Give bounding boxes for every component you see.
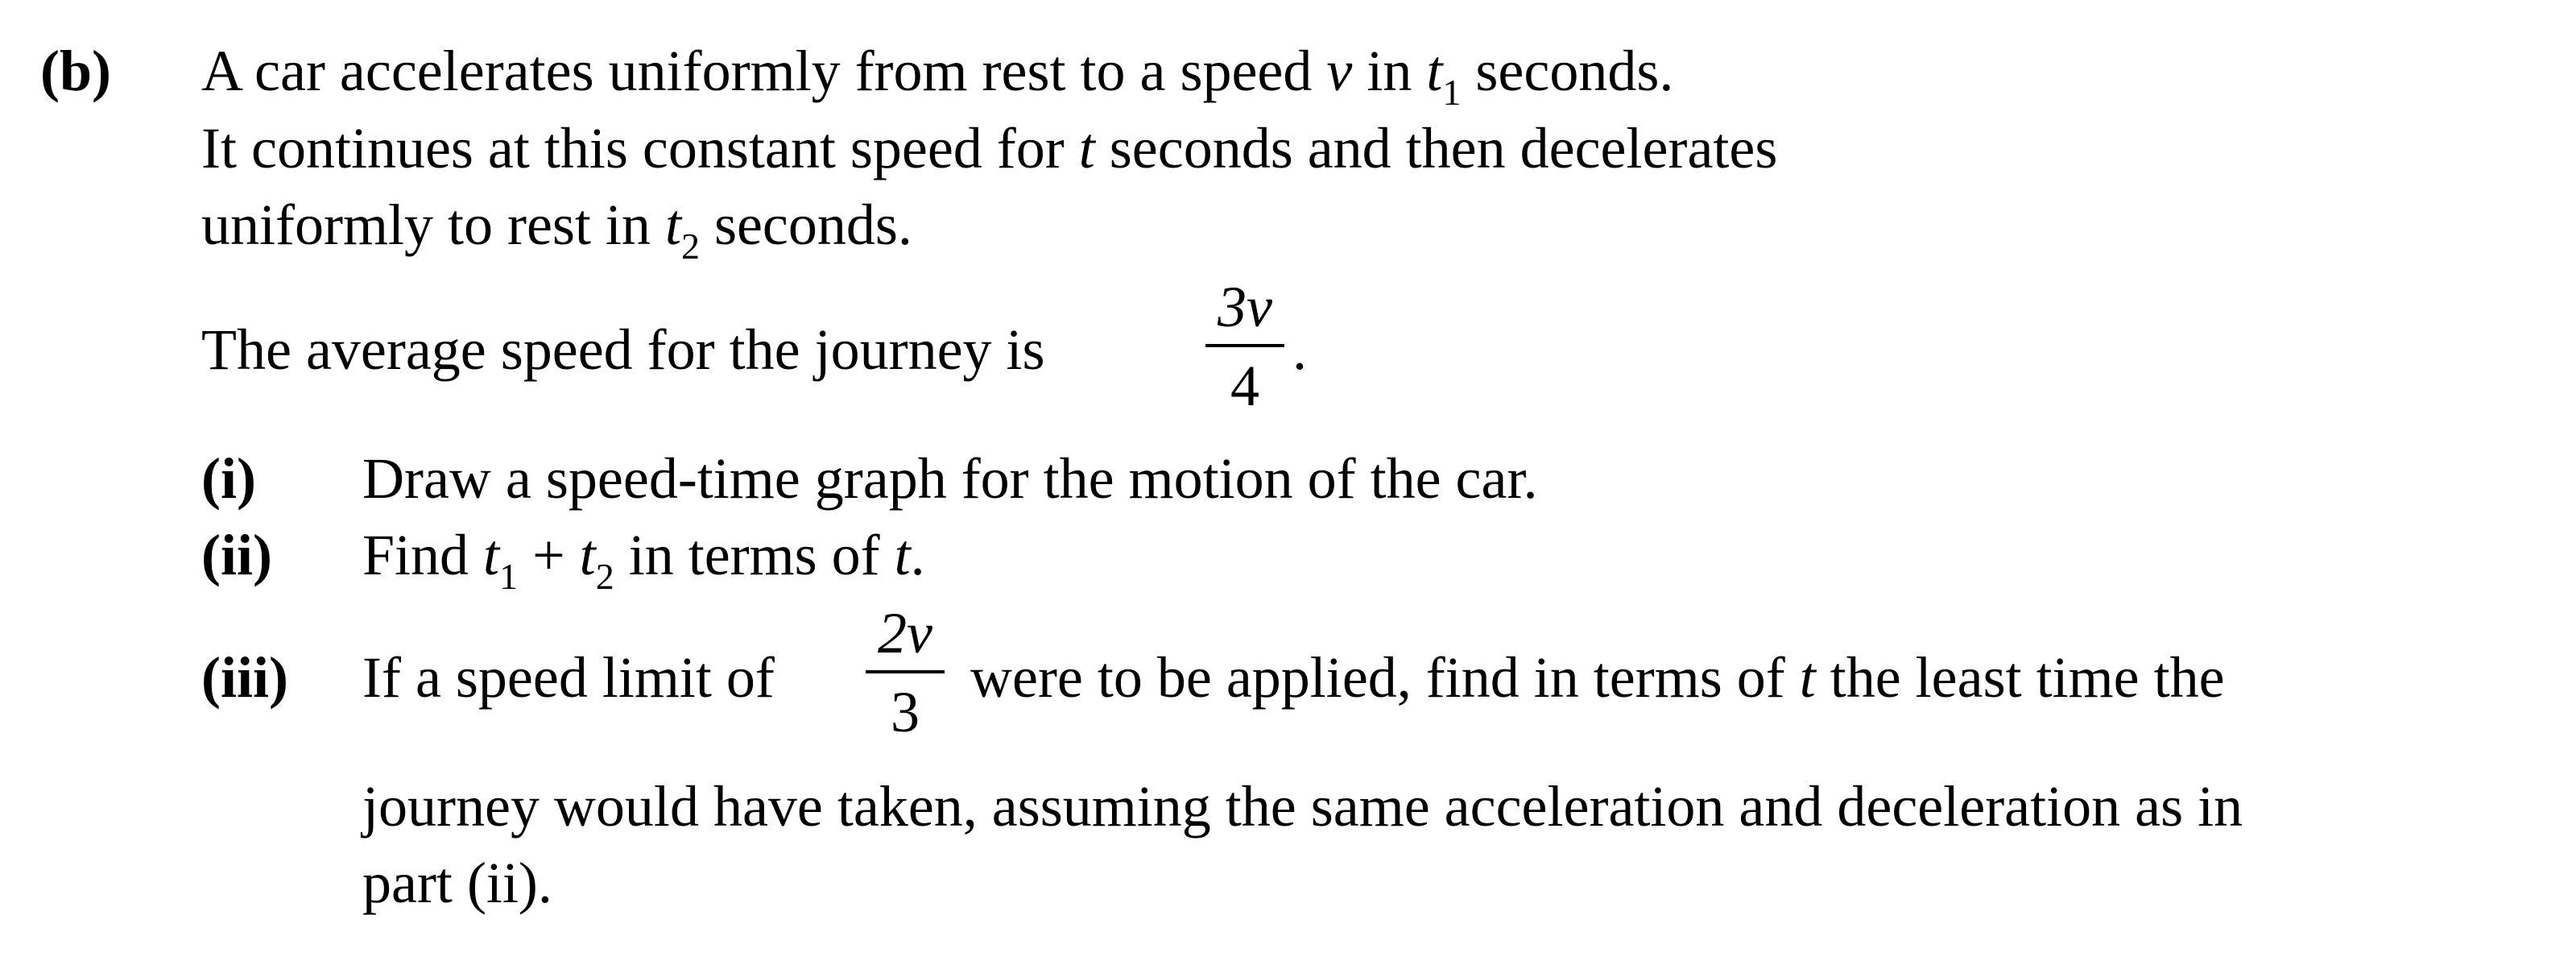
intro-line-1-text-a: A car accelerates uniformly from rest to…: [201, 39, 1327, 103]
intro-line-1: A car accelerates uniformly from rest to…: [201, 39, 1674, 111]
item-iii-line-2: journey would have taken, assuming the s…: [362, 774, 2243, 839]
intro-line-3-text-b: seconds.: [699, 193, 912, 257]
item-ii-var-t: t: [894, 523, 911, 587]
question-part-b: (b) A car accelerates uniformly from res…: [0, 0, 2576, 957]
intro-line-2: It continues at this constant speed for …: [201, 119, 1777, 177]
intro-line-3: uniformly to rest in t2 seconds.: [201, 193, 912, 265]
fraction-2v-over-3: 2v 3: [866, 604, 945, 741]
item-ii-var-t1: t1: [483, 523, 518, 595]
var-t1-base: t: [1426, 39, 1443, 103]
item-ii-subscript-1: 1: [499, 556, 519, 597]
item-ii-text-a: Find: [362, 523, 484, 587]
item-iii-line-3: part (ii).: [362, 851, 552, 915]
var-v: v: [1326, 39, 1353, 103]
intro-line-2-text-a: It continues at this constant speed for: [201, 116, 1079, 180]
item-i-text: Draw a speed-time graph for the motion o…: [362, 446, 1538, 511]
var-t: t: [1078, 116, 1095, 180]
item-ii-period: .: [910, 523, 925, 587]
part-label: (b): [40, 39, 111, 103]
var-t1: t1: [1426, 39, 1461, 111]
subscript-1: 1: [1442, 72, 1462, 113]
intro-line-4-period: .: [1292, 317, 1307, 382]
item-iii-label: (iii): [201, 645, 288, 710]
item-iii-var-t: t: [1799, 645, 1816, 710]
intro-line-1-text-b: in: [1352, 39, 1427, 103]
var-t2: t2: [664, 193, 700, 265]
item-ii-var-t1-base: t: [483, 523, 500, 587]
item-ii-subscript-2: 2: [595, 556, 614, 597]
intro-line-4-text-a: The average speed for the journey is: [201, 317, 1045, 382]
fraction-denominator: 3: [891, 680, 920, 744]
fraction-bar: [1205, 344, 1284, 347]
item-i-label: (i): [201, 446, 256, 511]
item-ii-plus: +: [518, 523, 580, 587]
fraction-numerator: 2v: [878, 601, 932, 665]
intro-line-4: The average speed for the journey is: [201, 321, 1045, 379]
item-iii-text-a: If a speed limit of: [362, 645, 775, 710]
fraction-denominator: 4: [1230, 354, 1259, 418]
item-ii-text: Find t1 + t2 in terms of t.: [362, 523, 925, 595]
fraction-3v-over-4: 3v 4: [1205, 278, 1284, 415]
subscript-2: 2: [680, 226, 700, 267]
intro-line-3-text-a: uniformly to rest in: [201, 193, 665, 257]
intro-line-2-text-b: seconds and then decelerates: [1094, 116, 1778, 180]
item-iii-text-c: the least time the: [1815, 645, 2225, 710]
item-ii-text-b: in terms of: [614, 523, 895, 587]
item-iii-text-b: were to be applied, find in terms of t t…: [970, 648, 2225, 706]
var-t2-base: t: [664, 193, 681, 257]
item-ii-var-t2-base: t: [579, 523, 596, 587]
item-iii-text-b-part: were to be applied, find in terms of: [970, 645, 1800, 710]
fraction-bar: [866, 670, 945, 673]
intro-line-1-text-c: seconds.: [1461, 39, 1674, 103]
fraction-numerator: 3v: [1218, 275, 1272, 339]
item-ii-label: (ii): [201, 523, 272, 587]
item-ii-var-t2: t2: [579, 523, 614, 595]
